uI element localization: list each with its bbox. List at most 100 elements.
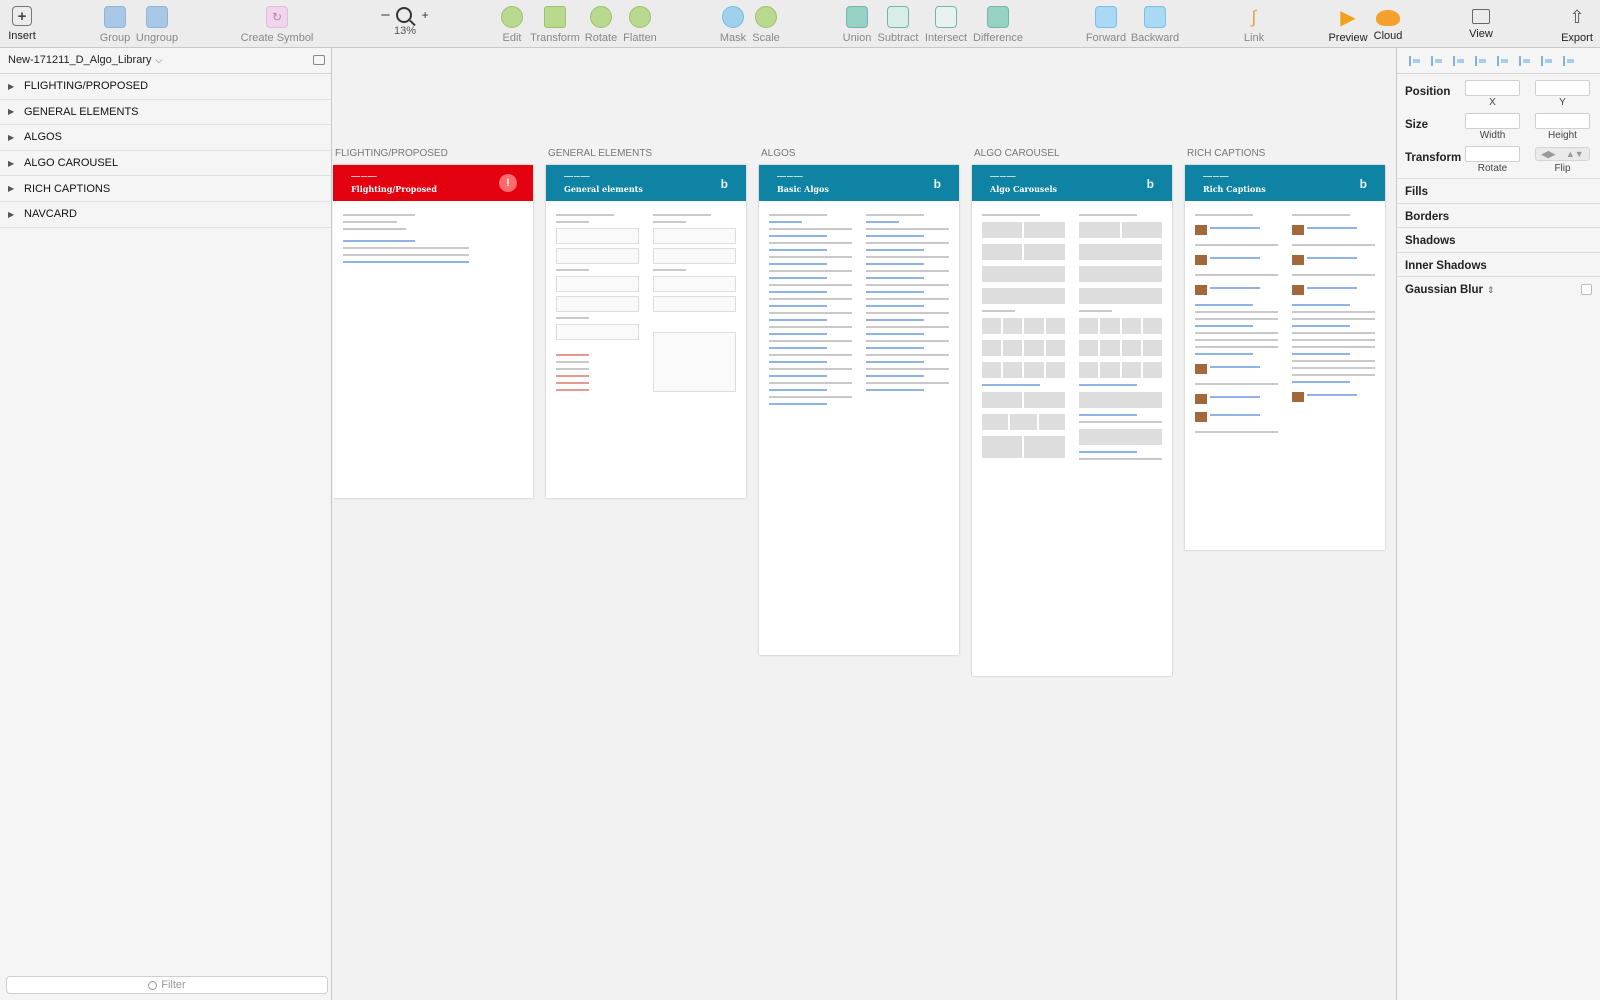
disclosure-triangle-icon[interactable]: ▶ [8,159,24,168]
y-field[interactable] [1535,80,1590,96]
inner-shadows-section[interactable]: Inner Shadows [1397,251,1600,277]
fills-section[interactable]: Fills [1397,178,1600,203]
chevron-down-icon: ⌵ [155,55,163,65]
shadows-section[interactable]: Shadows [1397,227,1600,252]
artboard-rich-captions[interactable]: ▬▬▬ ▬▬ ▬▬▬ Rich Captions b [1185,165,1385,550]
artboard-content [1195,209,1375,540]
distribute-vertical-icon[interactable] [1431,55,1443,66]
rotate-field[interactable] [1465,146,1520,162]
size-row: Size Width Height [1397,107,1600,141]
export-icon: ⇧ [1569,6,1585,27]
bing-logo-icon: b [720,177,728,191]
artboard-header: ▬▬▬ ▬▬ ▬▬▬ Basic Algos b [759,165,959,201]
filter-input[interactable]: Filter [6,976,328,994]
align-bottom-icon[interactable] [1563,55,1575,66]
subtract-icon [887,6,909,28]
difference-button[interactable]: Difference [968,6,1028,44]
inspector-panel: Position X Y Size Width Height Transform… [1396,48,1600,1000]
disclosure-triangle-icon[interactable]: ▶ [8,133,24,142]
header-caption-line: ▬▬▬ ▬▬ ▬▬▬ [990,174,1016,178]
magnifier-icon [395,6,412,23]
align-left-icon[interactable] [1453,55,1465,66]
cloud-icon [1376,10,1400,26]
page-item-algo-carousel[interactable]: ▶ ALGO CAROUSEL [0,151,331,177]
page-item-rich-captions[interactable]: ▶ RICH CAPTIONS [0,176,331,202]
artboard-label[interactable]: FLIGHTING/PROPOSED [335,148,448,159]
cloud-button[interactable]: Cloud [1358,6,1418,42]
flip-control[interactable]: ◀▶ ▲▼ [1535,147,1590,161]
alignment-toolbar [1397,48,1600,74]
artboard-flighting[interactable]: ▬▬▬ ▬▬ ▬▬▬ Flighting/Proposed ! [333,165,533,498]
page-item-general-elements[interactable]: ▶ GENERAL ELEMENTS [0,100,331,126]
align-top-icon[interactable] [1519,55,1531,66]
ungroup-button[interactable]: Ungroup [127,6,187,44]
backward-button[interactable]: Backward [1125,6,1185,44]
zoom-out-button[interactable]: – [381,6,389,23]
disclosure-triangle-icon[interactable]: ▶ [8,82,24,91]
plus-icon: + [12,6,32,26]
header-caption-line: ▬▬▬ ▬▬ ▬▬▬ [564,174,590,178]
scale-button[interactable]: Scale [736,6,796,44]
artboard-label[interactable]: RICH CAPTIONS [1187,148,1265,159]
artboard-header: ▬▬▬ ▬▬ ▬▬▬ Flighting/Proposed ! [333,165,533,201]
transform-icon [544,6,566,28]
insert-button[interactable]: + Insert [0,6,52,42]
align-middle-icon[interactable] [1541,55,1553,66]
edit-icon [501,6,523,28]
artboard-label[interactable]: ALGOS [761,148,795,159]
artboard-label[interactable]: GENERAL ELEMENTS [548,148,652,159]
forward-icon [1095,6,1117,28]
export-button[interactable]: ⇧ Export [1547,6,1600,45]
backward-icon [1144,6,1166,28]
page-item-navcard[interactable]: ▶ NAVCARD [0,202,331,228]
symbol-icon: ↻ [266,6,288,28]
artboard-header: ▬▬▬ ▬▬ ▬▬▬ General elements b [546,165,746,201]
width-field[interactable] [1465,113,1520,129]
layers-sidebar: New-171211_D_Algo_Library ⌵ ▶ FLIGHTING/PR… [0,48,332,1000]
distribute-horizontal-icon[interactable] [1409,55,1421,66]
rotate-icon [590,6,612,28]
stepper-icon[interactable]: ⇕ [1487,285,1495,295]
link-button[interactable]: ∫ Link [1224,6,1284,45]
canvas[interactable]: FLIGHTING/PROPOSED GENERAL ELEMENTS ALGO… [333,48,1396,1000]
flatten-icon [629,6,651,28]
collapse-pages-icon[interactable] [313,55,325,65]
zoom-in-button[interactable]: + [422,8,429,22]
disclosure-triangle-icon[interactable]: ▶ [8,210,24,219]
intersect-icon [935,6,957,28]
align-right-icon[interactable] [1497,55,1509,66]
link-icon: ∫ [1251,6,1257,27]
header-caption-line: ▬▬▬ ▬▬ ▬▬▬ [351,174,377,178]
align-center-icon[interactable] [1475,55,1487,66]
artboard-label[interactable]: ALGO CAROUSEL [974,148,1060,159]
artboard-content [769,209,949,645]
artboard-algos[interactable]: ▬▬▬ ▬▬ ▬▬▬ Basic Algos b [759,165,959,655]
create-symbol-button[interactable]: ↻ Create Symbol [241,6,313,44]
document-title[interactable]: New-171211_D_Algo_Library ⌵ [0,48,331,74]
intersect-button[interactable]: Intersect [916,6,976,44]
position-row: Position X Y [1397,74,1600,108]
gaussian-blur-checkbox[interactable] [1581,284,1592,295]
view-icon [1472,9,1490,24]
flip-horizontal-icon[interactable]: ◀▶ [1541,149,1555,160]
artboard-general-elements[interactable]: ▬▬▬ ▬▬ ▬▬▬ General elements b [546,165,746,498]
search-icon [148,980,158,990]
borders-section[interactable]: Borders [1397,202,1600,228]
flip-vertical-icon[interactable]: ▲▼ [1566,149,1584,159]
x-field[interactable] [1465,80,1520,96]
bing-logo-icon: b [1146,177,1154,191]
ungroup-icon [146,6,168,28]
difference-icon [987,6,1009,28]
disclosure-triangle-icon[interactable]: ▶ [8,184,24,193]
disclosure-triangle-icon[interactable]: ▶ [8,107,24,116]
transform-row: Transform ◀▶ ▲▼ Rotate Flip [1397,140,1600,178]
zoom-level: 13% [393,25,417,37]
artboard-algo-carousel[interactable]: ▬▬▬ ▬▬ ▬▬▬ Algo Carousels b [972,165,1172,676]
flatten-button[interactable]: Flatten [610,6,670,44]
view-button[interactable]: View [1451,6,1511,40]
page-item-flighting[interactable]: ▶ FLIGHTING/PROPOSED [0,74,331,100]
height-field[interactable] [1535,113,1590,129]
page-item-algos[interactable]: ▶ ALGOS [0,125,331,151]
zoom-control[interactable]: – + 13% [375,6,435,37]
gaussian-blur-section[interactable]: Gaussian Blur ⇕ [1397,276,1600,301]
